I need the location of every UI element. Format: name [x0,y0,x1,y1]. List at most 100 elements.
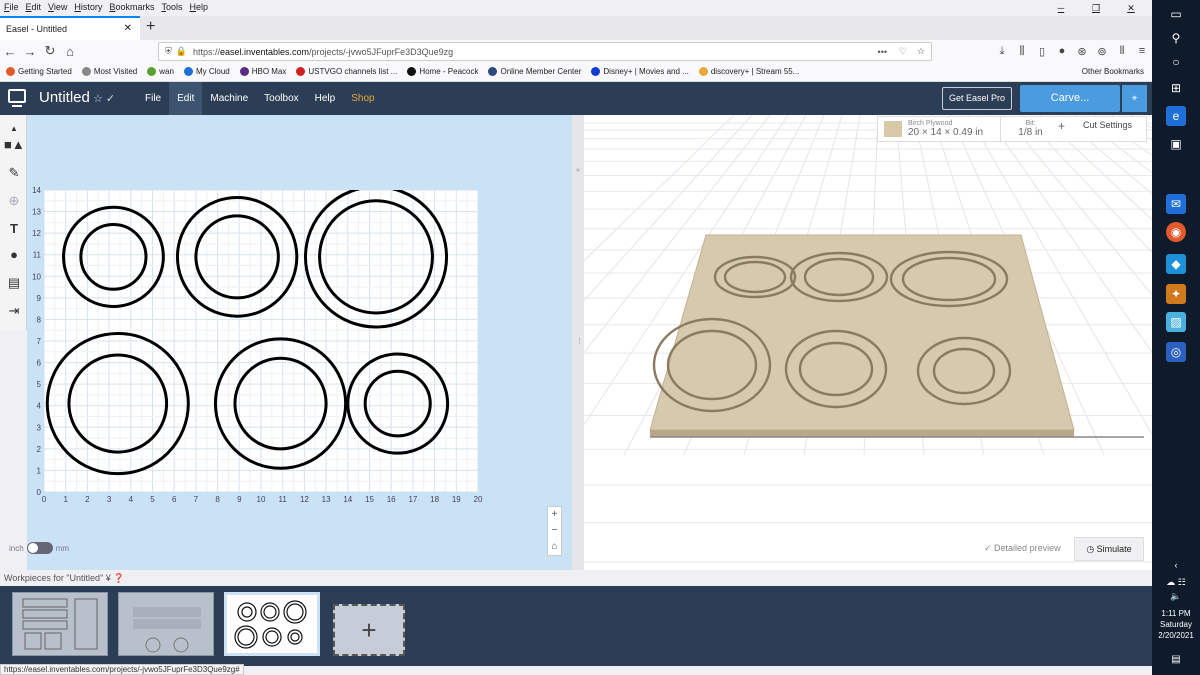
bit-info[interactable]: Bit: 1/8 in [1000,117,1060,141]
store-icon[interactable]: ▣ [1166,134,1186,154]
add-workpiece-button[interactable]: + [333,604,405,656]
app3-icon[interactable]: ▨ [1166,312,1186,332]
x-tick-label: 0 [42,495,47,504]
unit-switch[interactable] [26,542,53,554]
bookmark-item[interactable]: Disney+ | Movies and ... [591,67,689,76]
unit-toggle[interactable]: inch mm [9,542,69,554]
home-view-button[interactable]: ⌂ [548,539,561,555]
library-icon[interactable]: ⫼ [1012,45,1032,58]
mail-icon[interactable]: ✉ [1166,194,1186,214]
extension3-icon[interactable]: ⫴ [1112,45,1132,58]
help-icon[interactable]: ❓ [113,573,124,583]
crosshair-icon[interactable]: ⌖ [1122,85,1147,112]
bookmark-item[interactable]: USTVGO channels list ... [296,67,397,76]
task-view-icon[interactable]: ⊞ [1166,78,1186,98]
carve-button[interactable]: Carve... [1020,85,1120,112]
text-icon[interactable]: T [4,219,24,239]
pane-divider[interactable]: » ⋮ [572,115,584,570]
favorite-star-icon[interactable]: ☆ ✓ [93,92,115,105]
app-icon[interactable]: ◆ [1166,254,1186,274]
app-menu-help[interactable]: Help [307,82,344,115]
x-tick-label: 5 [150,495,155,504]
home-icon[interactable]: ⌂ [60,44,80,59]
back-icon[interactable]: ← [0,44,20,59]
collapse-right-icon[interactable]: » [576,167,580,174]
restore-icon[interactable]: ❐ [1082,0,1110,16]
action-center-icon[interactable]: ▭ [1166,4,1186,24]
menu-bookmarks[interactable]: Bookmarks [109,2,154,12]
simulate-button[interactable]: ◷ Simulate [1074,537,1144,561]
workpieces-label[interactable]: Workpieces for "Untitled" [4,573,103,583]
system-clock[interactable]: 1:11 PM Saturday 2/20/2021 [1152,608,1200,641]
import-icon[interactable]: ⇥ [4,301,24,321]
zoom-out-button[interactable]: − [548,523,561,539]
bookmark-item[interactable]: wan [147,67,174,76]
firefox-icon[interactable]: ◉ [1166,222,1186,242]
apple-icon[interactable]: ● [4,245,24,265]
notification-icon[interactable]: ▤ [1166,650,1186,670]
pocket-icon[interactable]: ♡ [899,46,907,57]
menu-tools[interactable]: Tools [161,2,182,12]
tab-strip: Easel - Untitled ✕ + [0,16,1152,40]
sidebar-icon[interactable]: ▯ [1032,45,1052,58]
3d-preview[interactable] [584,115,1152,570]
app-menu-machine[interactable]: Machine [202,82,256,115]
machine-icon[interactable] [8,89,26,107]
bookmark-item[interactable]: Online Member Center [488,67,581,76]
hamburger-menu-icon[interactable]: ≡ [1132,45,1152,57]
menu-history[interactable]: History [74,2,102,12]
browser-tab[interactable]: Easel - Untitled ✕ [0,16,140,40]
cortana-icon[interactable]: ○ [1166,52,1186,72]
box-icon[interactable]: ▤ [4,273,24,293]
extension2-icon[interactable]: ⊚ [1092,45,1112,58]
bookmark-item[interactable]: Most Visited [81,67,137,76]
crosshair-tool-icon[interactable]: ⊕ [4,191,24,211]
menu-help[interactable]: Help [189,2,208,12]
edge-icon[interactable]: e [1166,106,1186,126]
app-menu-shop[interactable]: Shop [343,82,382,115]
cut-settings-button[interactable]: Cut Settings [1083,120,1132,130]
app-menu-edit[interactable]: Edit [169,82,203,115]
search-icon[interactable]: ⚲ [1166,28,1186,48]
new-tab-button[interactable]: + [146,18,155,36]
project-title[interactable]: Untitled [39,89,90,106]
app-menu-toolbox[interactable]: Toolbox [256,82,306,115]
bookmark-item[interactable]: HBO Max [239,67,286,76]
app-menu-file[interactable]: File [137,82,169,115]
close-icon[interactable]: ✕ [1117,0,1145,16]
other-bookmarks[interactable]: Other Bookmarks [1082,67,1144,76]
extension-icon[interactable]: ⊛ [1072,45,1092,58]
material-name: Birch Plywood [908,120,953,127]
minimize-icon[interactable]: ─ [1047,0,1075,16]
workpiece-thumbnail-selected[interactable] [224,592,320,656]
drag-handle-icon[interactable]: ⋮ [576,337,583,345]
get-pro-button[interactable]: Get Easel Pro [942,87,1012,110]
menu-file[interactable]: File [4,2,19,12]
account-icon[interactable]: ● [1052,45,1072,57]
bookmark-label: My Cloud [195,67,230,76]
detailed-preview-toggle[interactable]: ✓ Detailed preview [984,543,1061,554]
bookmark-item[interactable]: My Cloud [183,67,230,76]
zoom-in-button[interactable]: + [548,507,561,523]
menu-view[interactable]: View [48,2,67,12]
reload-icon[interactable]: ↻ [40,43,60,59]
pen-icon[interactable]: ✎ [4,163,24,183]
menu-edit[interactable]: Edit [26,2,42,12]
shapes-icon[interactable]: ■▲ [4,135,25,155]
add-bit-button[interactable]: + [1058,119,1065,133]
bookmark-item[interactable]: Getting Started [6,67,72,76]
workpiece-thumbnail[interactable] [12,592,108,656]
gear-icon [81,67,91,76]
app2-icon[interactable]: ✦ [1166,284,1186,304]
volume-icon[interactable]: 🔈 [1166,586,1186,606]
app4-icon[interactable]: ◎ [1166,342,1186,362]
download-icon[interactable]: ⤓ [992,45,1012,58]
bookmark-star-icon[interactable]: ☆ [917,46,925,57]
url-bar[interactable]: ⛨ 🔒 https://easel.inventables.com/projec… [158,42,932,61]
workpiece-thumbnail[interactable] [118,592,214,656]
forward-icon[interactable]: → [20,44,40,59]
tab-close-icon[interactable]: ✕ [124,23,132,34]
bookmark-item[interactable]: discovery+ | Stream 55... [698,67,799,76]
page-actions-icon[interactable]: ••• [878,47,887,57]
bookmark-item[interactable]: Home - Peacock [407,67,478,76]
